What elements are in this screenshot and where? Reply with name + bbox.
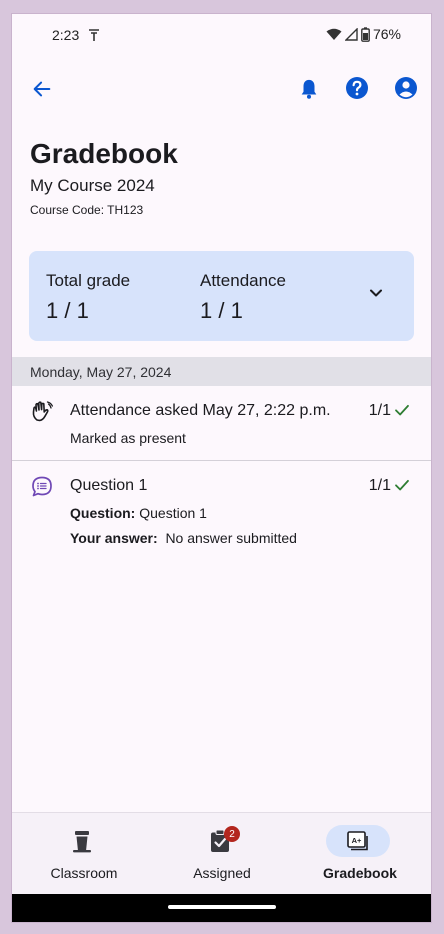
item-title: Question 1 <box>70 477 148 494</box>
nav-assigned-label: Assigned <box>193 865 251 881</box>
nav-gradebook-label: Gradebook <box>323 865 397 881</box>
svg-text:A+: A+ <box>352 836 362 845</box>
notifications-button[interactable] <box>295 75 323 103</box>
grade-summary-card[interactable]: Total grade 1 / 1 Attendance 1 / 1 <box>29 251 414 341</box>
arrow-back-icon <box>33 81 51 97</box>
answer-value: No answer submitted <box>165 530 297 546</box>
item-score: 1/1 <box>368 402 391 419</box>
back-button[interactable] <box>28 75 56 103</box>
item-title: Attendance asked May 27, 2:22 p.m. <box>70 402 331 419</box>
home-handle[interactable] <box>168 905 276 909</box>
gesture-bar <box>12 894 431 922</box>
answer-label: Your answer: <box>70 530 158 546</box>
total-grade-value: 1 / 1 <box>46 298 89 323</box>
podium-icon <box>73 831 91 853</box>
date-header: Monday, May 27, 2024 <box>12 357 431 386</box>
nav-assigned[interactable]: Assigned <box>152 813 292 895</box>
course-name: My Course 2024 <box>30 176 155 195</box>
nav-classroom[interactable]: Classroom <box>14 813 154 895</box>
phone-screen: 2:23 76% Gradebook My Course 2024 Course… <box>12 14 431 922</box>
top-app-bar <box>12 68 431 112</box>
attendance-value: 1 / 1 <box>200 298 243 323</box>
bell-icon <box>301 79 317 99</box>
course-code: Course Code: TH123 <box>30 203 144 217</box>
check-icon <box>395 404 409 416</box>
question-row: Question: Question 1 <box>70 505 207 521</box>
battery-icon <box>361 26 370 42</box>
status-time: 2:23 <box>52 27 80 43</box>
cell-signal-icon <box>344 27 358 41</box>
list-item[interactable]: Attendance asked May 27, 2:22 p.m. 1/1 M… <box>12 386 431 460</box>
total-grade-label: Total grade <box>46 271 131 290</box>
check-icon <box>395 479 409 491</box>
chat-list-icon <box>32 476 52 497</box>
account-button[interactable] <box>392 74 420 102</box>
attendance-label: Attendance <box>200 271 287 290</box>
nav-assigned-pill <box>188 825 252 857</box>
page-title: Gradebook <box>30 138 178 169</box>
answer-row: Your answer: No answer submitted <box>70 530 297 546</box>
nav-classroom-pill <box>50 825 114 857</box>
wifi-icon <box>326 28 342 40</box>
hand-wave-icon <box>32 401 54 422</box>
assigned-count-badge: 2 <box>224 826 240 842</box>
question-value: Question 1 <box>139 505 207 521</box>
bottom-navigation: Classroom Assigned A+ Gradebook <box>12 812 431 895</box>
grade-card-icon: A+ <box>347 831 368 851</box>
date-header-text: Monday, May 27, 2024 <box>30 364 172 380</box>
item-score: 1/1 <box>368 477 391 494</box>
status-right: 76% <box>326 26 401 42</box>
status-bar: 2:23 76% <box>12 14 431 56</box>
help-button[interactable] <box>343 74 371 102</box>
nav-classroom-label: Classroom <box>50 865 118 881</box>
question-label: Question: <box>70 505 136 521</box>
battery-percent: 76% <box>372 26 401 42</box>
help-icon <box>346 77 368 99</box>
account-circle-icon <box>395 77 417 99</box>
item-detail: Marked as present <box>70 430 186 446</box>
nav-gradebook-pill: A+ <box>326 825 390 857</box>
chevron-down-icon[interactable] <box>366 283 386 303</box>
nav-gradebook[interactable]: A+ Gradebook <box>290 813 430 895</box>
antenna-icon <box>89 29 99 41</box>
list-item[interactable]: Question 1 1/1 Question: Question 1 Your… <box>12 461 431 561</box>
